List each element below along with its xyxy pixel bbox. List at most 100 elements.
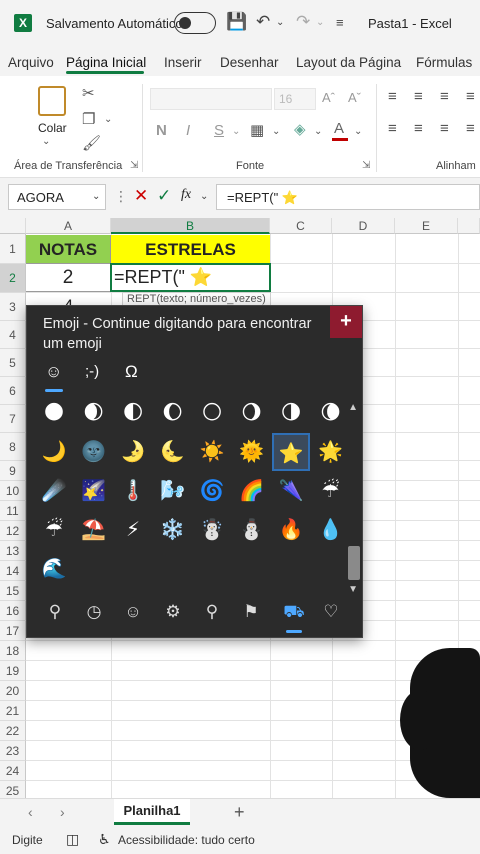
sheet-tab-planilha1[interactable]: Planilha1 — [114, 799, 190, 825]
emoji-item[interactable]: 🌬️ — [154, 472, 192, 510]
emoji-item[interactable]: ⭐ — [272, 433, 310, 471]
tab-inserir[interactable]: Inserir — [164, 55, 202, 70]
emoji-item[interactable]: 🌜 — [154, 433, 192, 471]
emoji-item[interactable]: 🌓 — [114, 394, 152, 432]
prev-sheet-icon[interactable]: ‹ — [28, 804, 33, 820]
tab-pagina-inicial[interactable]: Página Inicial — [66, 55, 146, 70]
select-all-corner[interactable] — [0, 218, 26, 234]
tab-arquivo[interactable]: Arquivo — [8, 55, 54, 70]
row-header-2[interactable]: 2 — [0, 264, 26, 293]
function-dropdown-icon[interactable]: ⌄ — [200, 191, 208, 202]
undo-icon[interactable]: ↶ — [256, 12, 270, 32]
row-header-1[interactable]: 1 — [0, 234, 26, 264]
borders-dropdown-icon[interactable]: ⌄ — [272, 126, 280, 137]
copy-icon[interactable]: ❐ — [82, 110, 95, 128]
orientation-icon[interactable]: ≡ — [466, 88, 475, 105]
column-header-d[interactable]: D — [332, 218, 395, 234]
autosave-toggle[interactable] — [174, 12, 216, 34]
column-header-f[interactable] — [458, 218, 480, 234]
accessibility-icon[interactable]: ♿ — [98, 831, 111, 848]
row-header-12[interactable]: 12 — [0, 521, 26, 541]
emoji-item[interactable]: 🌊 — [35, 550, 73, 588]
row-header-24[interactable]: 24 — [0, 761, 26, 781]
cell-b1[interactable]: ESTRELAS — [111, 235, 270, 264]
emoji-item[interactable]: ☀️ — [193, 433, 231, 471]
row-header-7[interactable]: 7 — [0, 405, 26, 433]
cell-b2-editing[interactable]: =REPT(" ⭐ — [110, 263, 271, 292]
more-icon[interactable]: ⋮ — [114, 188, 128, 205]
save-icon[interactable]: 💾 — [226, 12, 247, 32]
row-header-20[interactable]: 20 — [0, 681, 26, 701]
tab-layout[interactable]: Layout da Página — [296, 55, 401, 70]
emoji-item[interactable]: 🌡️ — [114, 472, 152, 510]
copy-dropdown-icon[interactable]: ⌄ — [104, 114, 112, 125]
underline-dropdown-icon[interactable]: ⌄ — [232, 126, 240, 137]
scroll-up-icon[interactable]: ▲ — [348, 402, 358, 413]
row-header-6[interactable]: 6 — [0, 377, 26, 405]
emoji-scrollbar[interactable] — [348, 546, 360, 580]
row-header-8[interactable]: 8 — [0, 433, 26, 461]
transport-icon[interactable]: ⛟ — [282, 602, 306, 624]
redo-dropdown-icon[interactable]: ⌄ — [316, 17, 324, 28]
recent-icon[interactable]: ◷ — [82, 602, 106, 622]
heart-icon[interactable]: ♡ — [319, 602, 343, 622]
row-header-18[interactable]: 18 — [0, 641, 26, 661]
search-icon[interactable]: ⚲ — [43, 602, 67, 622]
font-size-box[interactable]: 16 — [274, 88, 316, 110]
customize-icon[interactable]: ≡ — [336, 15, 344, 30]
emoji-item[interactable]: ⛱️ — [75, 511, 113, 549]
borders-icon[interactable]: ▦ — [250, 121, 264, 139]
fill-color-icon[interactable]: ◈ — [294, 120, 306, 138]
celebration-icon[interactable]: ⚑ — [239, 602, 263, 622]
row-header-13[interactable]: 13 — [0, 541, 26, 561]
font-color-dropdown-icon[interactable]: ⌄ — [354, 126, 362, 137]
row-header-10[interactable]: 10 — [0, 481, 26, 501]
people-icon[interactable]: ⚙ — [161, 602, 185, 622]
align-left-icon[interactable]: ≡ — [388, 120, 397, 137]
clipboard-launcher-icon[interactable]: ⇲ — [130, 160, 138, 171]
row-header-16[interactable]: 16 — [0, 601, 26, 621]
font-name-box[interactable] — [150, 88, 272, 110]
row-header-15[interactable]: 15 — [0, 581, 26, 601]
emoji-item[interactable]: 🔥 — [272, 511, 310, 549]
emoji-item[interactable]: 🌈 — [233, 472, 271, 510]
font-launcher-icon[interactable]: ⇲ — [362, 160, 370, 171]
paste-label[interactable]: Colar — [38, 121, 67, 135]
add-sheet-button[interactable]: + — [234, 802, 245, 823]
row-header-4[interactable]: 4 — [0, 321, 26, 349]
enter-icon[interactable]: ✓ — [157, 186, 171, 206]
align-bottom-icon[interactable]: ≡ — [440, 88, 449, 105]
grow-font-icon[interactable]: Aˆ — [322, 90, 335, 105]
emoji-close-button[interactable]: + — [330, 306, 362, 338]
column-header-c[interactable]: C — [270, 218, 332, 234]
emoji-item[interactable]: ☔ — [35, 511, 73, 549]
accessibility-status[interactable]: Acessibilidade: tudo certo — [118, 833, 255, 847]
emoji-item[interactable]: ☄️ — [35, 472, 73, 510]
smiley-icon[interactable]: ☺ — [121, 602, 145, 622]
cell-a2[interactable]: 2 — [26, 264, 111, 292]
emoji-item[interactable]: 🌞 — [233, 433, 271, 471]
emoji-item[interactable]: ⚡ — [114, 511, 152, 549]
indent-icon[interactable]: ≡ — [466, 120, 475, 137]
fill-color-dropdown-icon[interactable]: ⌄ — [314, 126, 322, 137]
row-header-19[interactable]: 19 — [0, 661, 26, 681]
emoji-item[interactable]: 🌙 — [35, 433, 73, 471]
emoji-item[interactable]: 🌔 — [154, 394, 192, 432]
cut-icon[interactable]: ✂ — [82, 84, 95, 102]
row-header-22[interactable]: 22 — [0, 721, 26, 741]
emoji-tab-smiley[interactable]: ☺ — [45, 362, 62, 382]
emoji-item[interactable]: 🌖 — [233, 394, 271, 432]
align-center-icon[interactable]: ≡ — [414, 120, 423, 137]
emoji-item[interactable]: 🌂 — [272, 472, 310, 510]
paste-dropdown-icon[interactable]: ⌄ — [42, 136, 50, 147]
emoji-item[interactable]: 🌗 — [272, 394, 310, 432]
emoji-item[interactable]: 🌑 — [35, 394, 73, 432]
align-top-icon[interactable]: ≡ — [388, 88, 397, 105]
macro-record-icon[interactable]: ◫ — [66, 831, 79, 848]
italic-button[interactable]: I — [186, 122, 190, 139]
font-color-icon[interactable]: A — [334, 120, 344, 137]
row-header-25[interactable]: 25 — [0, 781, 26, 798]
row-header-9[interactable]: 9 — [0, 461, 26, 481]
redo-icon[interactable]: ↷ — [296, 12, 310, 32]
emoji-item[interactable]: 💧 — [312, 511, 350, 549]
